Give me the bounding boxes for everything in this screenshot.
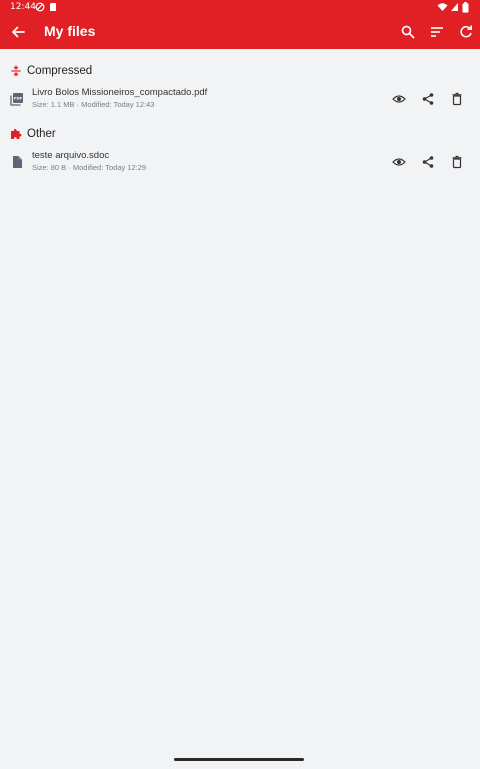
signal-icon: [451, 3, 458, 11]
svg-text:PDF: PDF: [14, 96, 23, 101]
preview-eye-icon[interactable]: [392, 155, 406, 169]
search-icon[interactable]: [400, 24, 416, 40]
file-meta: Size: 1.1 MB · Modified: Today 12:43: [32, 100, 155, 109]
section-header-compressed: Compressed: [10, 63, 92, 79]
page-title: My files: [44, 23, 96, 39]
refresh-icon[interactable]: [458, 24, 474, 40]
sd-card-icon: [50, 3, 56, 11]
back-arrow-icon[interactable]: [10, 24, 26, 40]
app-bar: My files: [0, 15, 480, 49]
file-name: teste arquivo.sdoc: [32, 150, 110, 161]
file-row-other[interactable]: teste arquivo.sdoc Size: 80 B · Modified…: [0, 150, 480, 176]
section-title: Other: [27, 128, 56, 140]
file-name: Livro Bolos Missioneiros_compactado.pdf: [32, 87, 208, 98]
delete-icon[interactable]: [450, 92, 464, 106]
status-bar: 12:44: [0, 0, 480, 15]
wifi-icon: [437, 3, 448, 11]
puzzle-icon: [11, 128, 22, 139]
section-header-other: Other: [10, 126, 56, 142]
share-icon[interactable]: [421, 155, 435, 169]
section-title: Compressed: [27, 65, 93, 77]
sort-icon[interactable]: [429, 24, 445, 40]
file-meta: Size: 80 B · Modified: Today 12:29: [32, 163, 147, 172]
delete-icon[interactable]: [450, 155, 464, 169]
battery-icon: [462, 2, 469, 13]
dnd-icon: [35, 2, 45, 12]
share-icon[interactable]: [421, 92, 435, 106]
pdf-icon: PDF: [10, 93, 23, 106]
status-time: 12:44: [10, 2, 36, 12]
gesture-nav-handle[interactable]: [174, 758, 304, 761]
file-row-compressed[interactable]: PDF Livro Bolos Missioneiros_compactado.…: [0, 87, 480, 113]
preview-eye-icon[interactable]: [392, 92, 406, 106]
document-icon: [13, 156, 22, 168]
compress-icon: [11, 65, 21, 77]
